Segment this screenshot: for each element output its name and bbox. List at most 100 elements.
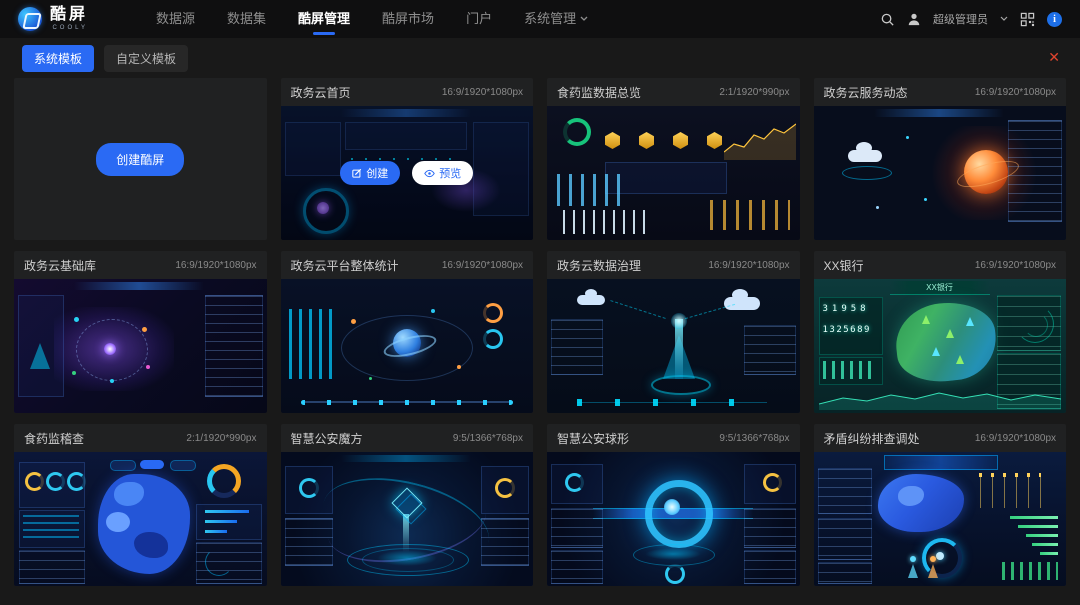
- decor-core: [664, 499, 680, 515]
- decor: [205, 295, 263, 397]
- template-card[interactable]: 政务云平台整体统计 16:9/1920*1080px: [281, 251, 534, 413]
- card-title: 政务云服务动态: [824, 84, 908, 101]
- decor: [481, 518, 529, 566]
- decor-dash: [610, 300, 665, 319]
- decor-arc: [1024, 313, 1048, 337]
- decor-bars: [823, 361, 877, 379]
- thumbnail-gov-platform-stats[interactable]: [281, 279, 534, 413]
- card-size: 16:9/1920*1080px: [442, 87, 523, 98]
- template-card[interactable]: 政务云数据治理 16:9/1920*1080px: [547, 251, 800, 413]
- template-card[interactable]: 食药监数据总览 2:1/1920*990px: [547, 78, 800, 240]
- template-card[interactable]: 政务云首页 16:9/1920*1080px 创建: [281, 78, 534, 240]
- main-menu: 数据源 数据集 酷屏管理 酷屏市场 门户 系统管理: [140, 0, 604, 38]
- button-label: 创建: [366, 165, 388, 181]
- decor: [142, 327, 147, 332]
- top-navbar: 酷屏 COOLY 数据源 数据集 酷屏管理 酷屏市场 门户 系统管理 超级管理员…: [0, 0, 1080, 38]
- decor-marker: [932, 347, 940, 356]
- decor: [146, 365, 150, 369]
- tab-system-templates[interactable]: 系统模板: [22, 45, 94, 72]
- decor-person-head: [930, 556, 936, 562]
- decor: [551, 319, 603, 375]
- card-size: 16:9/1920*1080px: [442, 260, 523, 271]
- nav-item-screen-market[interactable]: 酷屏市场: [366, 0, 450, 38]
- eye-icon: [424, 169, 435, 178]
- decor-marker: [946, 329, 954, 338]
- logo-title: 酷屏: [50, 7, 88, 23]
- user-icon[interactable]: [907, 12, 921, 26]
- card-size: 9:5/1366*768px: [719, 433, 789, 444]
- decor-glow: [645, 548, 701, 560]
- thumbnail-smart-police-sphere[interactable]: [547, 452, 800, 586]
- close-icon[interactable]: ✕: [1048, 47, 1060, 67]
- thumbnail-bank-dashboard[interactable]: XX银行 31958 1325689: [814, 279, 1067, 413]
- template-card[interactable]: XX银行 16:9/1920*1080px XX银行 31958 1325689: [814, 251, 1067, 413]
- nav-item-screen-management[interactable]: 酷屏管理: [282, 0, 366, 38]
- decor: [369, 377, 372, 380]
- thumbnail-conflict-mediation[interactable]: [814, 452, 1067, 586]
- decor: [551, 550, 603, 584]
- tab-custom-templates[interactable]: 自定义模板: [104, 45, 188, 72]
- decor: [19, 550, 85, 584]
- info-icon[interactable]: i: [1047, 12, 1062, 27]
- user-chevron-down-icon[interactable]: [1000, 16, 1008, 22]
- thumbnail-food-drug-inspection[interactable]: [14, 452, 267, 586]
- nav-item-system-management[interactable]: 系统管理: [508, 0, 604, 38]
- decor-map: [878, 474, 964, 532]
- decor: [74, 317, 79, 322]
- nav-label: 门户: [466, 0, 492, 38]
- decor-tab: [170, 460, 196, 471]
- card-size: 16:9/1920*1080px: [975, 260, 1056, 271]
- card-title: 食药监数据总览: [557, 84, 641, 101]
- decor-glow: [671, 313, 687, 329]
- navbar-right-tools: 超级管理员 i: [880, 11, 1062, 27]
- template-card[interactable]: 政务云基础库 16:9/1920*1080px: [14, 251, 267, 413]
- decor: [924, 198, 927, 201]
- app-logo[interactable]: 酷屏 COOLY: [18, 7, 114, 31]
- decor-area-chart: [819, 386, 1061, 410]
- qrcode-icon[interactable]: [1020, 12, 1035, 27]
- template-card[interactable]: 矛盾纠纷排查调处 16:9/1920*1080px: [814, 424, 1067, 586]
- template-card[interactable]: 智慧公安魔方 9:5/1366*768px: [281, 424, 534, 586]
- card-size: 9:5/1366*768px: [453, 433, 523, 444]
- card-title: 政务云数据治理: [557, 257, 641, 274]
- nav-item-datasource[interactable]: 数据源: [140, 0, 211, 38]
- card-preview-button[interactable]: 预览: [412, 161, 473, 185]
- decor-glow: [377, 550, 437, 566]
- thumbnail-smart-police-cube[interactable]: [281, 452, 534, 586]
- chevron-down-icon: [580, 16, 588, 22]
- nav-item-dataset[interactable]: 数据集: [211, 0, 282, 38]
- decor: [1008, 120, 1062, 222]
- nav-label: 酷屏市场: [382, 0, 434, 38]
- card-create-button[interactable]: 创建: [340, 161, 400, 185]
- decor: [457, 365, 461, 369]
- decor-bars: [710, 200, 790, 230]
- user-name[interactable]: 超级管理员: [933, 11, 988, 27]
- decor: [818, 518, 872, 560]
- decor: [341, 455, 471, 462]
- decor-donut: [46, 472, 65, 491]
- decor-core: [104, 343, 116, 355]
- decor-ring: [645, 480, 713, 548]
- decor-bar: [205, 510, 249, 513]
- thumbnail-gov-service-dynamics[interactable]: [814, 106, 1067, 240]
- thumbnail-food-drug-overview[interactable]: [547, 106, 800, 240]
- decor: [351, 319, 356, 324]
- decor: [818, 468, 872, 514]
- decor-donut: [763, 473, 782, 492]
- create-screen-button[interactable]: 创建酷屏: [96, 143, 184, 176]
- thumbnail-gov-data-governance[interactable]: [547, 279, 800, 413]
- template-card[interactable]: 食药监稽查 2:1/1920*990px: [14, 424, 267, 586]
- decor: [744, 508, 796, 548]
- card-size: 16:9/1920*1080px: [975, 87, 1056, 98]
- decor: [906, 136, 909, 139]
- edit-icon: [352, 168, 362, 178]
- nav-item-portal[interactable]: 门户: [450, 0, 508, 38]
- search-icon[interactable]: [880, 12, 895, 27]
- thumbnail-gov-base-library[interactable]: [14, 279, 267, 413]
- thumbnail-gov-cloud-home[interactable]: 创建 预览: [281, 106, 534, 240]
- template-grid: 创建酷屏 政务云首页 16:9/1920*1080px 创建: [14, 78, 1066, 586]
- decor-bar: [1040, 552, 1058, 555]
- template-card[interactable]: 政务云服务动态 16:9/1920*1080px: [814, 78, 1067, 240]
- nav-label: 酷屏管理: [298, 0, 350, 38]
- template-card[interactable]: 智慧公安球形 9:5/1366*768px: [547, 424, 800, 586]
